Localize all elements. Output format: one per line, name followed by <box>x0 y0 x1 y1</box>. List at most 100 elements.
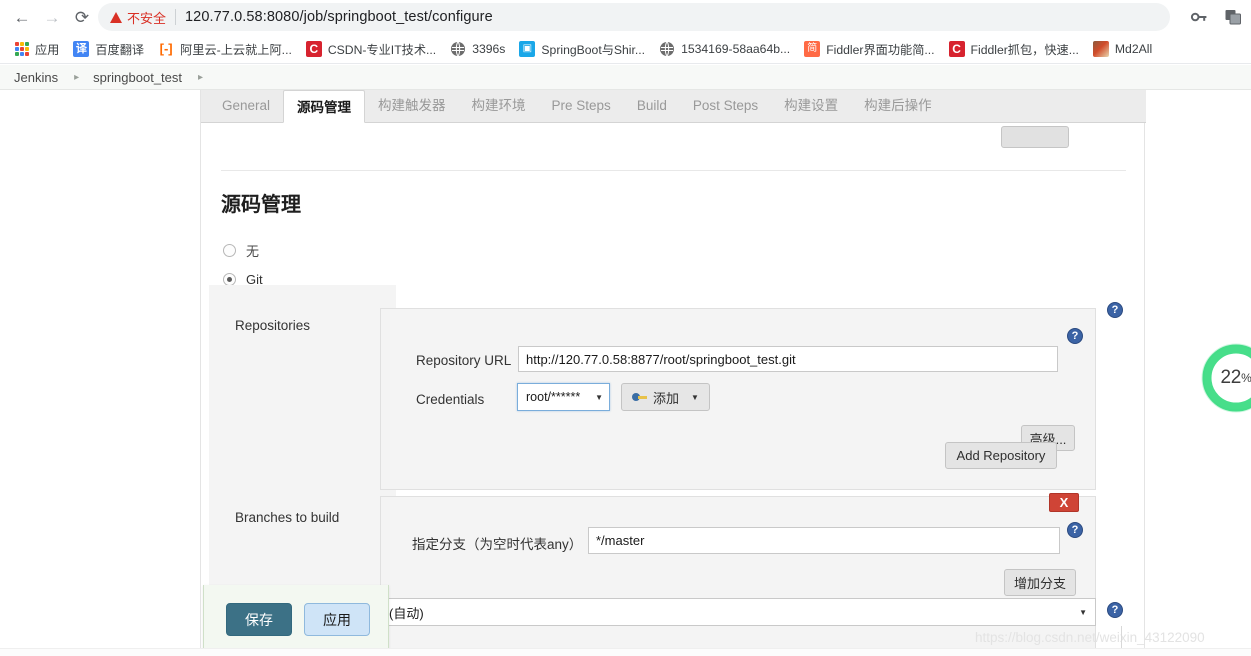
bookmark-label: 1534169-58aa64b... <box>681 41 791 56</box>
baidu-translate-icon: 译 <box>73 40 90 57</box>
csdn-icon: C <box>948 40 965 57</box>
scrolled-button-partial[interactable] <box>1001 126 1069 148</box>
save-button[interactable]: 保存 <box>226 603 292 636</box>
nav-button-group: ← → ⟳ <box>0 3 96 31</box>
help-icon[interactable]: ? <box>1067 522 1083 538</box>
add-credentials-label: 添加 <box>653 390 680 406</box>
configure-panel: General 源码管理 构建触发器 构建环境 Pre Steps Build … <box>200 90 1146 656</box>
springboot-icon: ▣ <box>519 40 536 57</box>
radio-none[interactable] <box>223 244 236 257</box>
url-text: 120.77.0.58:8080/job/springboot_test/con… <box>185 9 493 25</box>
translate-extension-icon[interactable] <box>1221 5 1245 29</box>
tab-build-environment[interactable]: 构建环境 <box>459 89 539 122</box>
help-icon[interactable]: ? <box>1107 602 1123 618</box>
bookmark-item[interactable]: Md2All <box>1086 37 1159 61</box>
credentials-value: root/****** <box>526 390 581 404</box>
apps-grid-icon <box>15 41 29 56</box>
add-repository-button[interactable]: Add Repository <box>945 442 1057 469</box>
bookmark-label: Fiddler抓包，快速... <box>970 42 1079 57</box>
add-credentials-button[interactable]: 添加 ▼ <box>621 383 710 411</box>
jenkins-body: General 源码管理 构建触发器 构建环境 Pre Steps Build … <box>0 90 1251 656</box>
progress-value: 22 <box>1220 367 1242 388</box>
screenshot-root: ← → ⟳ 不安全 120.77.0.58:8080/job/springboo… <box>0 0 1251 656</box>
globe-icon <box>450 41 466 57</box>
globe-icon <box>659 41 675 57</box>
bookmark-label: CSDN-专业IT技术... <box>327 42 437 57</box>
security-status-label: 不安全 <box>127 10 167 26</box>
back-icon[interactable]: ← <box>8 3 36 31</box>
bookmark-item[interactable]: C Fiddler抓包，快速... <box>942 37 1086 61</box>
chevron-down-icon: ▼ <box>1079 607 1087 617</box>
password-key-icon[interactable] <box>1187 5 1211 29</box>
bookmark-label: Md2All <box>1114 41 1153 56</box>
config-tab-bar: General 源码管理 构建触发器 构建环境 Pre Steps Build … <box>201 90 1146 123</box>
repository-browser-select[interactable]: (自动) ▼ <box>380 598 1096 626</box>
bookmark-label: 应用 <box>35 42 60 57</box>
add-branch-button[interactable]: 增加分支 <box>1004 569 1076 596</box>
repository-browser-value: (自动) <box>389 605 424 621</box>
bookmark-label: 百度翻译 <box>95 42 145 57</box>
tab-build-triggers[interactable]: 构建触发器 <box>365 89 459 122</box>
bookmark-item[interactable]: ▣ SpringBoot与Shir... <box>512 37 652 61</box>
tab-general[interactable]: General <box>209 89 283 122</box>
tab-pre-steps[interactable]: Pre Steps <box>539 89 624 122</box>
aliyun-icon: [-] <box>159 40 173 56</box>
tab-build[interactable]: Build <box>624 89 680 122</box>
floating-save-bar: 保存 应用 <box>203 585 389 656</box>
toolbar-extensions <box>1187 5 1245 29</box>
reload-icon[interactable]: ⟳ <box>68 3 96 31</box>
tab-source-code-management[interactable]: 源码管理 <box>283 90 366 123</box>
repositories-row-label: Repositories <box>235 318 311 333</box>
credentials-select[interactable]: root/****** ▼ <box>517 383 610 411</box>
progress-suffix: % <box>1241 371 1251 385</box>
bookmark-item[interactable]: [-] 阿里云-上云就上阿... <box>151 37 299 61</box>
scm-option-none[interactable]: 无 <box>223 241 259 260</box>
watermark-text: https://blog.csdn.net/weixin_43122090 <box>975 630 1205 645</box>
tab-post-build-actions[interactable]: 构建后操作 <box>851 89 945 122</box>
address-bar[interactable]: 不安全 120.77.0.58:8080/job/springboot_test… <box>98 3 1170 31</box>
help-icon[interactable]: ? <box>1107 302 1123 318</box>
help-icon[interactable]: ? <box>1067 328 1083 344</box>
chevron-down-icon: ▼ <box>595 392 603 402</box>
browser-toolbar: ← → ⟳ 不安全 120.77.0.58:8080/job/springboo… <box>0 0 1251 34</box>
credentials-label: Credentials <box>416 392 485 407</box>
md2all-icon <box>1092 40 1109 57</box>
branches-row-label: Branches to build <box>235 510 340 525</box>
repository-url-input[interactable] <box>518 346 1058 372</box>
bookmark-item[interactable]: C CSDN-专业IT技术... <box>299 37 443 61</box>
jenkins-page: Jenkins ▸ springboot_test ▸ General 源码管理… <box>0 65 1251 656</box>
bookmark-label: Fiddler界面功能简... <box>826 42 935 57</box>
bookmarks-bar: 应用 译 百度翻译 [-] 阿里云-上云就上阿... C CSDN-专业IT技术… <box>0 34 1251 64</box>
omnibox-divider <box>175 9 177 25</box>
chevron-right-icon: ▸ <box>198 71 204 83</box>
bookmark-label: SpringBoot与Shir... <box>541 42 646 57</box>
bookmark-item[interactable]: 1534169-58aa64b... <box>652 37 797 61</box>
delete-branch-button[interactable]: X <box>1049 493 1079 512</box>
not-secure-warning-icon <box>110 11 122 23</box>
breadcrumb-item-jenkins[interactable]: Jenkins <box>14 70 58 85</box>
csdn-icon: C <box>305 40 322 57</box>
chevron-right-icon: ▸ <box>74 71 80 83</box>
bookmark-item[interactable]: 简 Fiddler界面功能简... <box>797 37 941 61</box>
scm-option-label: 无 <box>246 244 260 259</box>
forward-icon[interactable]: → <box>38 3 66 31</box>
tab-build-settings[interactable]: 构建设置 <box>771 89 851 122</box>
branch-specifier-input[interactable] <box>588 527 1060 554</box>
apply-button[interactable]: 应用 <box>304 603 370 636</box>
bookmark-item[interactable]: 应用 <box>8 37 66 61</box>
chevron-down-icon: ▼ <box>691 392 699 402</box>
breadcrumb-item-springboot-test[interactable]: springboot_test <box>93 70 182 85</box>
text-cursor <box>1121 626 1122 648</box>
section-divider <box>221 170 1126 171</box>
key-icon <box>632 392 647 402</box>
progress-ring: 22% <box>1199 341 1251 415</box>
bookmark-item[interactable]: 3396s <box>443 37 512 61</box>
progress-ring-label: 22% <box>1199 341 1251 415</box>
bookmark-label: 阿里云-上云就上阿... <box>180 42 292 57</box>
branch-specifier-label: 指定分支（为空时代表any） <box>412 537 583 552</box>
bookmark-item[interactable]: 译 百度翻译 <box>66 37 151 61</box>
bottom-strip <box>0 648 1251 656</box>
repository-url-label: Repository URL <box>416 353 512 368</box>
tab-post-steps[interactable]: Post Steps <box>680 89 771 122</box>
breadcrumb: Jenkins ▸ springboot_test ▸ <box>0 65 1251 90</box>
